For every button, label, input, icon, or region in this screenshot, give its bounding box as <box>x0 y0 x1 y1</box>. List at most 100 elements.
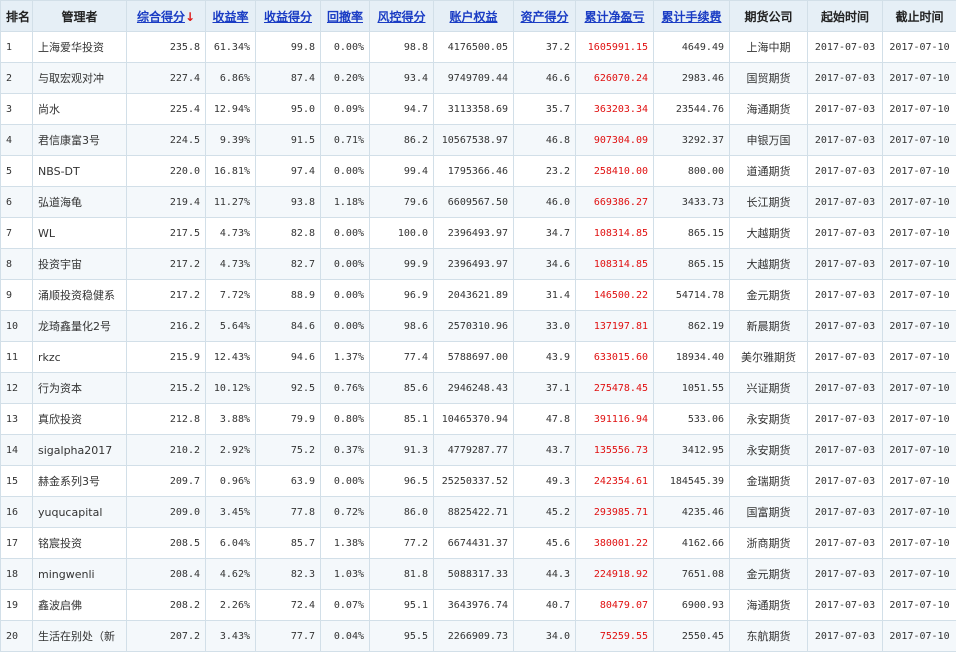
return-rate-cell: 9.39% <box>206 125 256 156</box>
net-pnl-cell: 363203.34 <box>576 94 654 125</box>
manager-name: yuqucapital <box>33 497 127 528</box>
equity-cell: 6609567.50 <box>434 187 514 218</box>
start-time-cell: 2017-07-03 <box>808 125 883 156</box>
start-time-cell: 2017-07-03 <box>808 590 883 621</box>
table-row: 3尚水225.412.94%95.00.09%94.73113358.6935.… <box>1 94 956 125</box>
table-row: 10龙琦鑫量化2号216.25.64%84.60.00%98.62570310.… <box>1 311 956 342</box>
risk-score-cell: 98.6 <box>370 311 434 342</box>
net-pnl-cell: 633015.60 <box>576 342 654 373</box>
drawdown-cell: 0.00% <box>321 218 370 249</box>
equity-cell: 2396493.97 <box>434 218 514 249</box>
fees-cell: 3292.37 <box>654 125 730 156</box>
rank-cell: 3 <box>1 94 33 125</box>
equity-cell: 8825422.71 <box>434 497 514 528</box>
equity-cell: 10465370.94 <box>434 404 514 435</box>
rank-cell: 17 <box>1 528 33 559</box>
broker-cell: 海通期货 <box>730 94 808 125</box>
rank-cell: 14 <box>1 435 33 466</box>
sort-by-return-rate-link[interactable]: 收益率 <box>212 10 248 24</box>
fees-cell: 533.06 <box>654 404 730 435</box>
end-time-cell: 2017-07-10 <box>883 435 956 466</box>
equity-cell: 3113358.69 <box>434 94 514 125</box>
sort-by-net-pnl-link[interactable]: 累计净盈亏 <box>584 10 644 24</box>
start-time-cell: 2017-07-03 <box>808 311 883 342</box>
return-score-cell: 79.9 <box>256 404 321 435</box>
return-score-cell: 93.8 <box>256 187 321 218</box>
equity-cell: 5088317.33 <box>434 559 514 590</box>
sort-by-score-link[interactable]: 综合得分 <box>137 10 185 24</box>
return-score-cell: 99.8 <box>256 32 321 63</box>
return-score-cell: 85.7 <box>256 528 321 559</box>
return-score-cell: 92.5 <box>256 373 321 404</box>
ranking-table: 排名 管理者 综合得分↓ 收益率 收益得分 回撤率 风控得分 账户权益 资产得分… <box>0 0 956 652</box>
score-cell: 220.0 <box>127 156 206 187</box>
fees-cell: 2983.46 <box>654 63 730 94</box>
table-row: 5NBS-DT220.016.81%97.40.00%99.41795366.4… <box>1 156 956 187</box>
header-drawdown[interactable]: 回撤率 <box>321 1 370 32</box>
sort-by-asset-score-link[interactable]: 资产得分 <box>520 10 568 24</box>
manager-name: 龙琦鑫量化2号 <box>33 311 127 342</box>
start-time-cell: 2017-07-03 <box>808 156 883 187</box>
rank-cell: 19 <box>1 590 33 621</box>
equity-cell: 25250337.52 <box>434 466 514 497</box>
score-cell: 217.2 <box>127 249 206 280</box>
header-return-score[interactable]: 收益得分 <box>256 1 321 32</box>
broker-cell: 金元期货 <box>730 559 808 590</box>
return-score-cell: 97.4 <box>256 156 321 187</box>
end-time-cell: 2017-07-10 <box>883 342 956 373</box>
table-row: 12行为资本215.210.12%92.50.76%85.62946248.43… <box>1 373 956 404</box>
fees-cell: 3412.95 <box>654 435 730 466</box>
start-time-cell: 2017-07-03 <box>808 249 883 280</box>
table-row: 18mingwenli208.44.62%82.31.03%81.8508831… <box>1 559 956 590</box>
header-asset-score[interactable]: 资产得分 <box>514 1 576 32</box>
net-pnl-cell: 242354.61 <box>576 466 654 497</box>
sort-by-fees-link[interactable]: 累计手续费 <box>661 10 721 24</box>
asset-score-cell: 34.6 <box>514 249 576 280</box>
asset-score-cell: 37.1 <box>514 373 576 404</box>
broker-cell: 道通期货 <box>730 156 808 187</box>
start-time-cell: 2017-07-03 <box>808 63 883 94</box>
sort-by-equity-link[interactable]: 账户权益 <box>449 10 497 24</box>
return-score-cell: 77.7 <box>256 621 321 652</box>
asset-score-cell: 45.6 <box>514 528 576 559</box>
end-time-cell: 2017-07-10 <box>883 497 956 528</box>
sort-by-drawdown-link[interactable]: 回撤率 <box>327 10 363 24</box>
return-rate-cell: 6.04% <box>206 528 256 559</box>
asset-score-cell: 47.8 <box>514 404 576 435</box>
header-return-rate[interactable]: 收益率 <box>206 1 256 32</box>
end-time-cell: 2017-07-10 <box>883 528 956 559</box>
header-fees[interactable]: 累计手续费 <box>654 1 730 32</box>
start-time-cell: 2017-07-03 <box>808 435 883 466</box>
table-row: 1上海爱华投资235.861.34%99.80.00%98.84176500.0… <box>1 32 956 63</box>
table-row: 17铭宸投资208.56.04%85.71.38%77.26674431.374… <box>1 528 956 559</box>
header-score[interactable]: 综合得分↓ <box>127 1 206 32</box>
score-cell: 215.9 <box>127 342 206 373</box>
score-cell: 215.2 <box>127 373 206 404</box>
fees-cell: 184545.39 <box>654 466 730 497</box>
risk-score-cell: 94.7 <box>370 94 434 125</box>
return-rate-cell: 11.27% <box>206 187 256 218</box>
net-pnl-cell: 1605991.15 <box>576 32 654 63</box>
broker-cell: 海通期货 <box>730 590 808 621</box>
start-time-cell: 2017-07-03 <box>808 373 883 404</box>
manager-name: 赫金系列3号 <box>33 466 127 497</box>
asset-score-cell: 44.3 <box>514 559 576 590</box>
risk-score-cell: 79.6 <box>370 187 434 218</box>
net-pnl-cell: 391116.94 <box>576 404 654 435</box>
sort-by-return-score-link[interactable]: 收益得分 <box>264 10 312 24</box>
sort-by-risk-score-link[interactable]: 风控得分 <box>377 10 425 24</box>
header-risk-score[interactable]: 风控得分 <box>370 1 434 32</box>
risk-score-cell: 85.1 <box>370 404 434 435</box>
header-net-pnl[interactable]: 累计净盈亏 <box>576 1 654 32</box>
return-rate-cell: 3.45% <box>206 497 256 528</box>
drawdown-cell: 0.00% <box>321 32 370 63</box>
return-rate-cell: 3.43% <box>206 621 256 652</box>
start-time-cell: 2017-07-03 <box>808 528 883 559</box>
equity-cell: 9749709.44 <box>434 63 514 94</box>
manager-name: 上海爱华投资 <box>33 32 127 63</box>
fees-cell: 4162.66 <box>654 528 730 559</box>
start-time-cell: 2017-07-03 <box>808 404 883 435</box>
start-time-cell: 2017-07-03 <box>808 280 883 311</box>
end-time-cell: 2017-07-10 <box>883 63 956 94</box>
header-equity[interactable]: 账户权益 <box>434 1 514 32</box>
